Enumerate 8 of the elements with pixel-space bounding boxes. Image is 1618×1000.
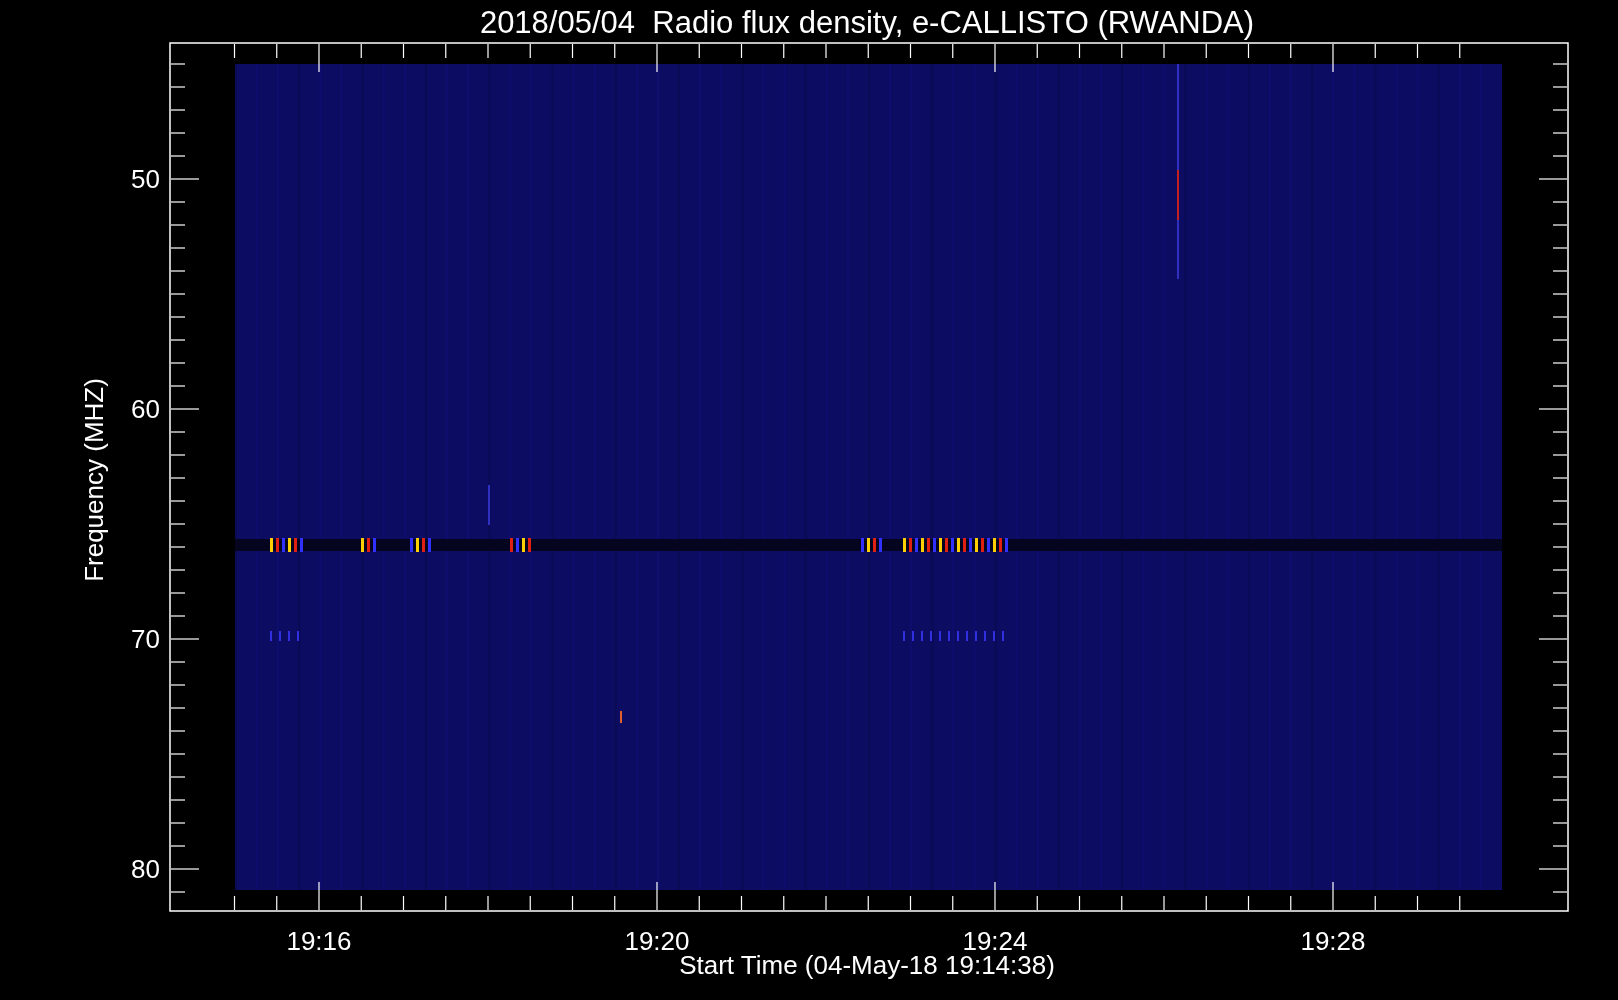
- y-tick-label: 60: [131, 394, 160, 424]
- y-tick-label: 50: [131, 164, 160, 194]
- chart-title: 2018/05/04 Radio flux density, e-CALLISTO (RWANDA): [479, 5, 1255, 40]
- x-tick-label: 19:16: [286, 926, 352, 956]
- y-tick-label: 70: [131, 624, 160, 654]
- x-tick-label: 19:28: [1300, 926, 1366, 956]
- y-axis-label: Frequency (MHZ): [79, 378, 109, 582]
- y-tick-label: 80: [131, 854, 160, 884]
